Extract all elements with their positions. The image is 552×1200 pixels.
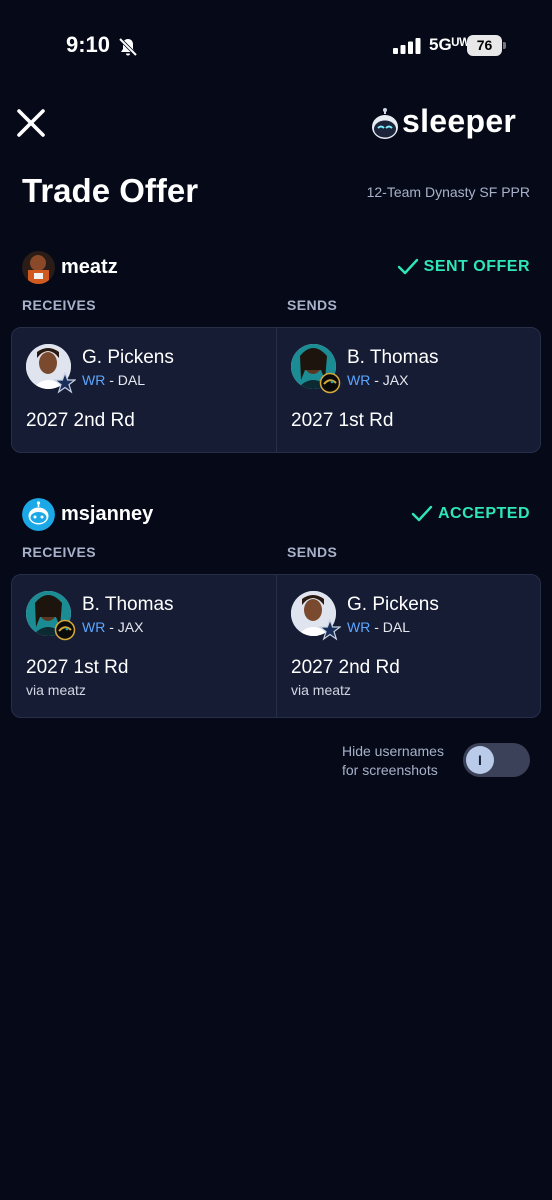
battery-cap bbox=[503, 42, 506, 49]
pick-note: via meatz bbox=[291, 682, 351, 698]
status-text: SENT OFFER bbox=[423, 258, 530, 275]
battery-level: 76 bbox=[467, 35, 502, 56]
player-name: B. Thomas bbox=[347, 347, 439, 368]
dallas-star-icon bbox=[319, 619, 341, 641]
player-position: WR bbox=[347, 619, 371, 635]
trade-card[interactable]: G. Pickens WR - DAL 2027 2nd Rd B. Thoma… bbox=[11, 327, 541, 453]
player-item[interactable]: B. Thomas WR - JAX bbox=[291, 344, 531, 394]
toggle-knob: I bbox=[466, 746, 494, 774]
username: meatz bbox=[61, 256, 118, 278]
player-position-team: WR - JAX bbox=[347, 372, 408, 388]
page-title: Trade Offer bbox=[22, 172, 199, 209]
player-team: - JAX bbox=[105, 619, 144, 635]
status-bar: 9:10 5Gᵁᵂ 76 bbox=[0, 30, 552, 64]
draft-pick: 2027 1st Rd bbox=[291, 410, 394, 431]
logo-text: sleeper bbox=[402, 103, 517, 139]
receives-label: RECEIVES bbox=[22, 544, 96, 560]
user-row: meatz SENT OFFER bbox=[22, 251, 530, 285]
league-name: 12-Team Dynasty SF PPR bbox=[366, 184, 530, 200]
player-team: - JAX bbox=[370, 372, 409, 388]
player-name: G. Pickens bbox=[82, 347, 174, 368]
draft-pick: 2027 2nd Rd bbox=[26, 410, 135, 431]
player-item[interactable]: G. Pickens WR - DAL bbox=[291, 591, 531, 641]
battery-icon: 76 bbox=[467, 35, 507, 56]
player-team: - DAL bbox=[105, 372, 146, 388]
user-row: msjanney ACCEPTED bbox=[22, 498, 530, 532]
trade-card[interactable]: B. Thomas WR - JAX 2027 1st Rd via meatz… bbox=[11, 574, 541, 718]
sleeper-logo: sleeper bbox=[370, 103, 535, 144]
signal-icon bbox=[393, 38, 421, 54]
dallas-star-icon bbox=[54, 372, 76, 394]
close-icon[interactable] bbox=[14, 106, 48, 140]
receives-column: G. Pickens WR - DAL 2027 2nd Rd bbox=[12, 328, 276, 452]
player-position: WR bbox=[347, 372, 371, 388]
pick-note: via meatz bbox=[26, 682, 86, 698]
hide-usernames-label: Hide usernames for screenshots bbox=[342, 743, 444, 778]
sends-label: SENDS bbox=[287, 297, 338, 313]
user-avatar bbox=[22, 251, 55, 284]
receives-label: RECEIVES bbox=[22, 297, 96, 313]
player-name: G. Pickens bbox=[347, 594, 439, 615]
username: msjanney bbox=[61, 503, 154, 525]
draft-pick: 2027 2nd Rd bbox=[291, 657, 400, 678]
player-position: WR bbox=[82, 372, 106, 388]
jaguars-icon bbox=[54, 619, 76, 641]
player-name: B. Thomas bbox=[82, 594, 174, 615]
status-badge: ACCEPTED bbox=[411, 505, 530, 523]
status-badge: SENT OFFER bbox=[397, 258, 530, 276]
player-item[interactable]: G. Pickens WR - DAL bbox=[26, 344, 266, 394]
sleeper-logo-icon bbox=[372, 108, 398, 139]
check-icon bbox=[411, 505, 433, 522]
user-avatar bbox=[22, 498, 55, 531]
player-team: - DAL bbox=[370, 619, 411, 635]
network-label: 5Gᵁᵂ bbox=[429, 35, 470, 54]
sends-column: G. Pickens WR - DAL 2027 2nd Rd via meat… bbox=[276, 575, 540, 717]
sends-column: B. Thomas WR - JAX 2027 1st Rd bbox=[276, 328, 540, 452]
player-position: WR bbox=[82, 619, 106, 635]
player-position-team: WR - DAL bbox=[82, 372, 145, 388]
draft-pick: 2027 1st Rd bbox=[26, 657, 129, 678]
player-position-team: WR - DAL bbox=[347, 619, 410, 635]
receives-column: B. Thomas WR - JAX 2027 1st Rd via meatz bbox=[12, 575, 276, 717]
hide-usernames-toggle[interactable]: I bbox=[463, 743, 530, 777]
check-icon bbox=[397, 258, 418, 275]
player-position-team: WR - JAX bbox=[82, 619, 143, 635]
player-item[interactable]: B. Thomas WR - JAX bbox=[26, 591, 266, 641]
status-text: ACCEPTED bbox=[437, 505, 530, 522]
jaguars-icon bbox=[319, 372, 341, 394]
status-time: 9:10 bbox=[66, 32, 111, 57]
sends-label: SENDS bbox=[287, 544, 338, 560]
mute-icon bbox=[118, 37, 138, 57]
